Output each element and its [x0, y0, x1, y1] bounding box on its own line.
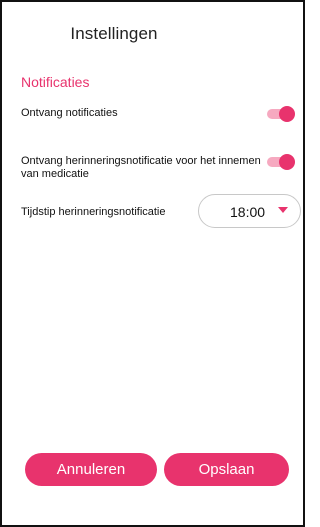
toggle-thumb: [279, 154, 295, 170]
page-title: Instellingen: [70, 24, 158, 43]
cancel-button[interactable]: Annuleren: [25, 453, 157, 486]
medication-reminder-label: Ontvang herinneringsnotificatie voor het…: [21, 155, 261, 180]
toggle-thumb: [279, 106, 295, 122]
reminder-time-value: 18:00: [230, 204, 266, 220]
caret-down-icon: [278, 207, 288, 213]
receive-notifications-toggle[interactable]: [267, 106, 297, 122]
reminder-time-select[interactable]: 18:00: [198, 194, 301, 228]
save-button[interactable]: Opslaan: [164, 453, 289, 486]
notifications-section-title: Notificaties: [21, 74, 90, 90]
medication-reminder-toggle[interactable]: [267, 154, 297, 170]
screen-frame: Instellingen Notificaties Ontvang notifi…: [0, 0, 305, 527]
receive-notifications-label: Ontvang notificaties: [21, 107, 118, 119]
reminder-time-label: Tijdstip herinneringsnotificatie: [21, 206, 166, 218]
